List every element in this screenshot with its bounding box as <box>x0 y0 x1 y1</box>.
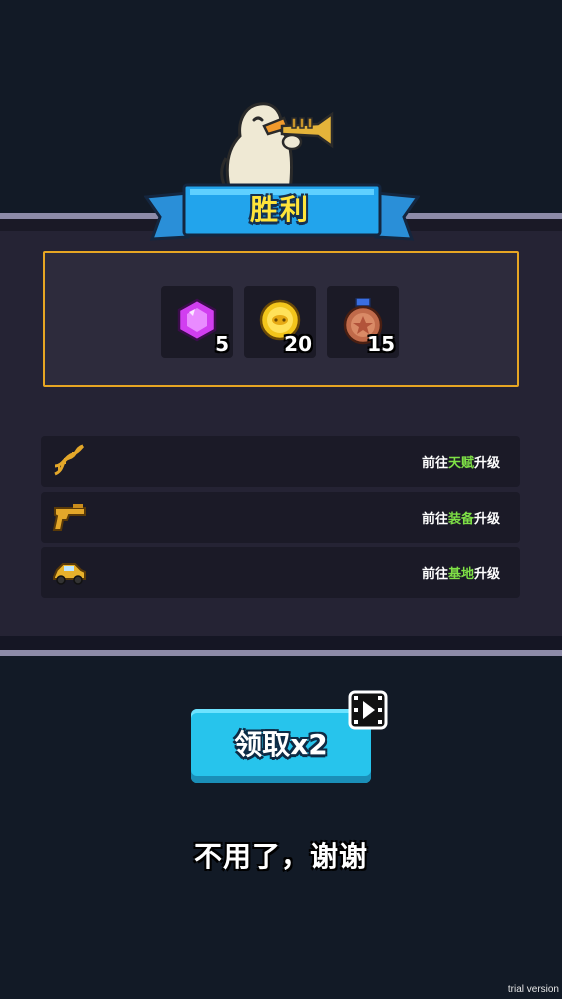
upgrade-prefix: 前往 <box>421 567 448 582</box>
claim-label: 领取x2 <box>234 728 328 761</box>
upgrade-highlight: 天赋 <box>447 456 474 471</box>
upgrade-suffix: 升级 <box>473 567 500 582</box>
gem-icon <box>177 298 217 342</box>
upgrade-row-talent[interactable]: 前往天赋升级 <box>41 436 520 487</box>
trial-watermark: trial version <box>507 984 559 995</box>
reward-count: 15 <box>367 332 395 356</box>
upgrade-suffix: 升级 <box>473 512 500 527</box>
decline-button[interactable]: 不用了，谢谢 <box>0 835 562 875</box>
upgrade-label[interactable]: 前往基地升级 <box>422 563 500 582</box>
upgrade-suffix: 升级 <box>473 456 500 471</box>
dna-icon <box>54 444 85 476</box>
upgrade-label[interactable]: 前往天赋升级 <box>422 452 500 471</box>
upgrade-label[interactable]: 前往装备升级 <box>422 508 500 527</box>
upgrade-highlight: 基地 <box>447 567 474 582</box>
panel-bottom-shadow <box>0 636 562 650</box>
video-ad-icon <box>348 690 388 730</box>
upgrade-prefix: 前往 <box>421 456 448 471</box>
reward-count: 5 <box>215 332 229 356</box>
reward-medal: 15 <box>327 286 399 358</box>
reward-coin: 20 <box>244 286 316 358</box>
claim-double-button[interactable]: 领取x2 <box>191 709 371 783</box>
upgrade-row-equipment[interactable]: 前往装备升级 <box>41 492 520 543</box>
reward-count: 20 <box>284 332 312 356</box>
panel-bottom-border <box>0 650 562 656</box>
upgrade-highlight: 装备 <box>447 512 474 527</box>
upgrade-row-base[interactable]: 前往基地升级 <box>41 547 520 598</box>
reward-gem: 5 <box>161 286 233 358</box>
duck-trumpet-icon <box>220 102 334 192</box>
upgrade-prefix: 前往 <box>421 512 448 527</box>
pistol-icon <box>52 504 86 531</box>
victory-title: 胜利 <box>249 193 310 226</box>
car-icon <box>53 563 86 585</box>
